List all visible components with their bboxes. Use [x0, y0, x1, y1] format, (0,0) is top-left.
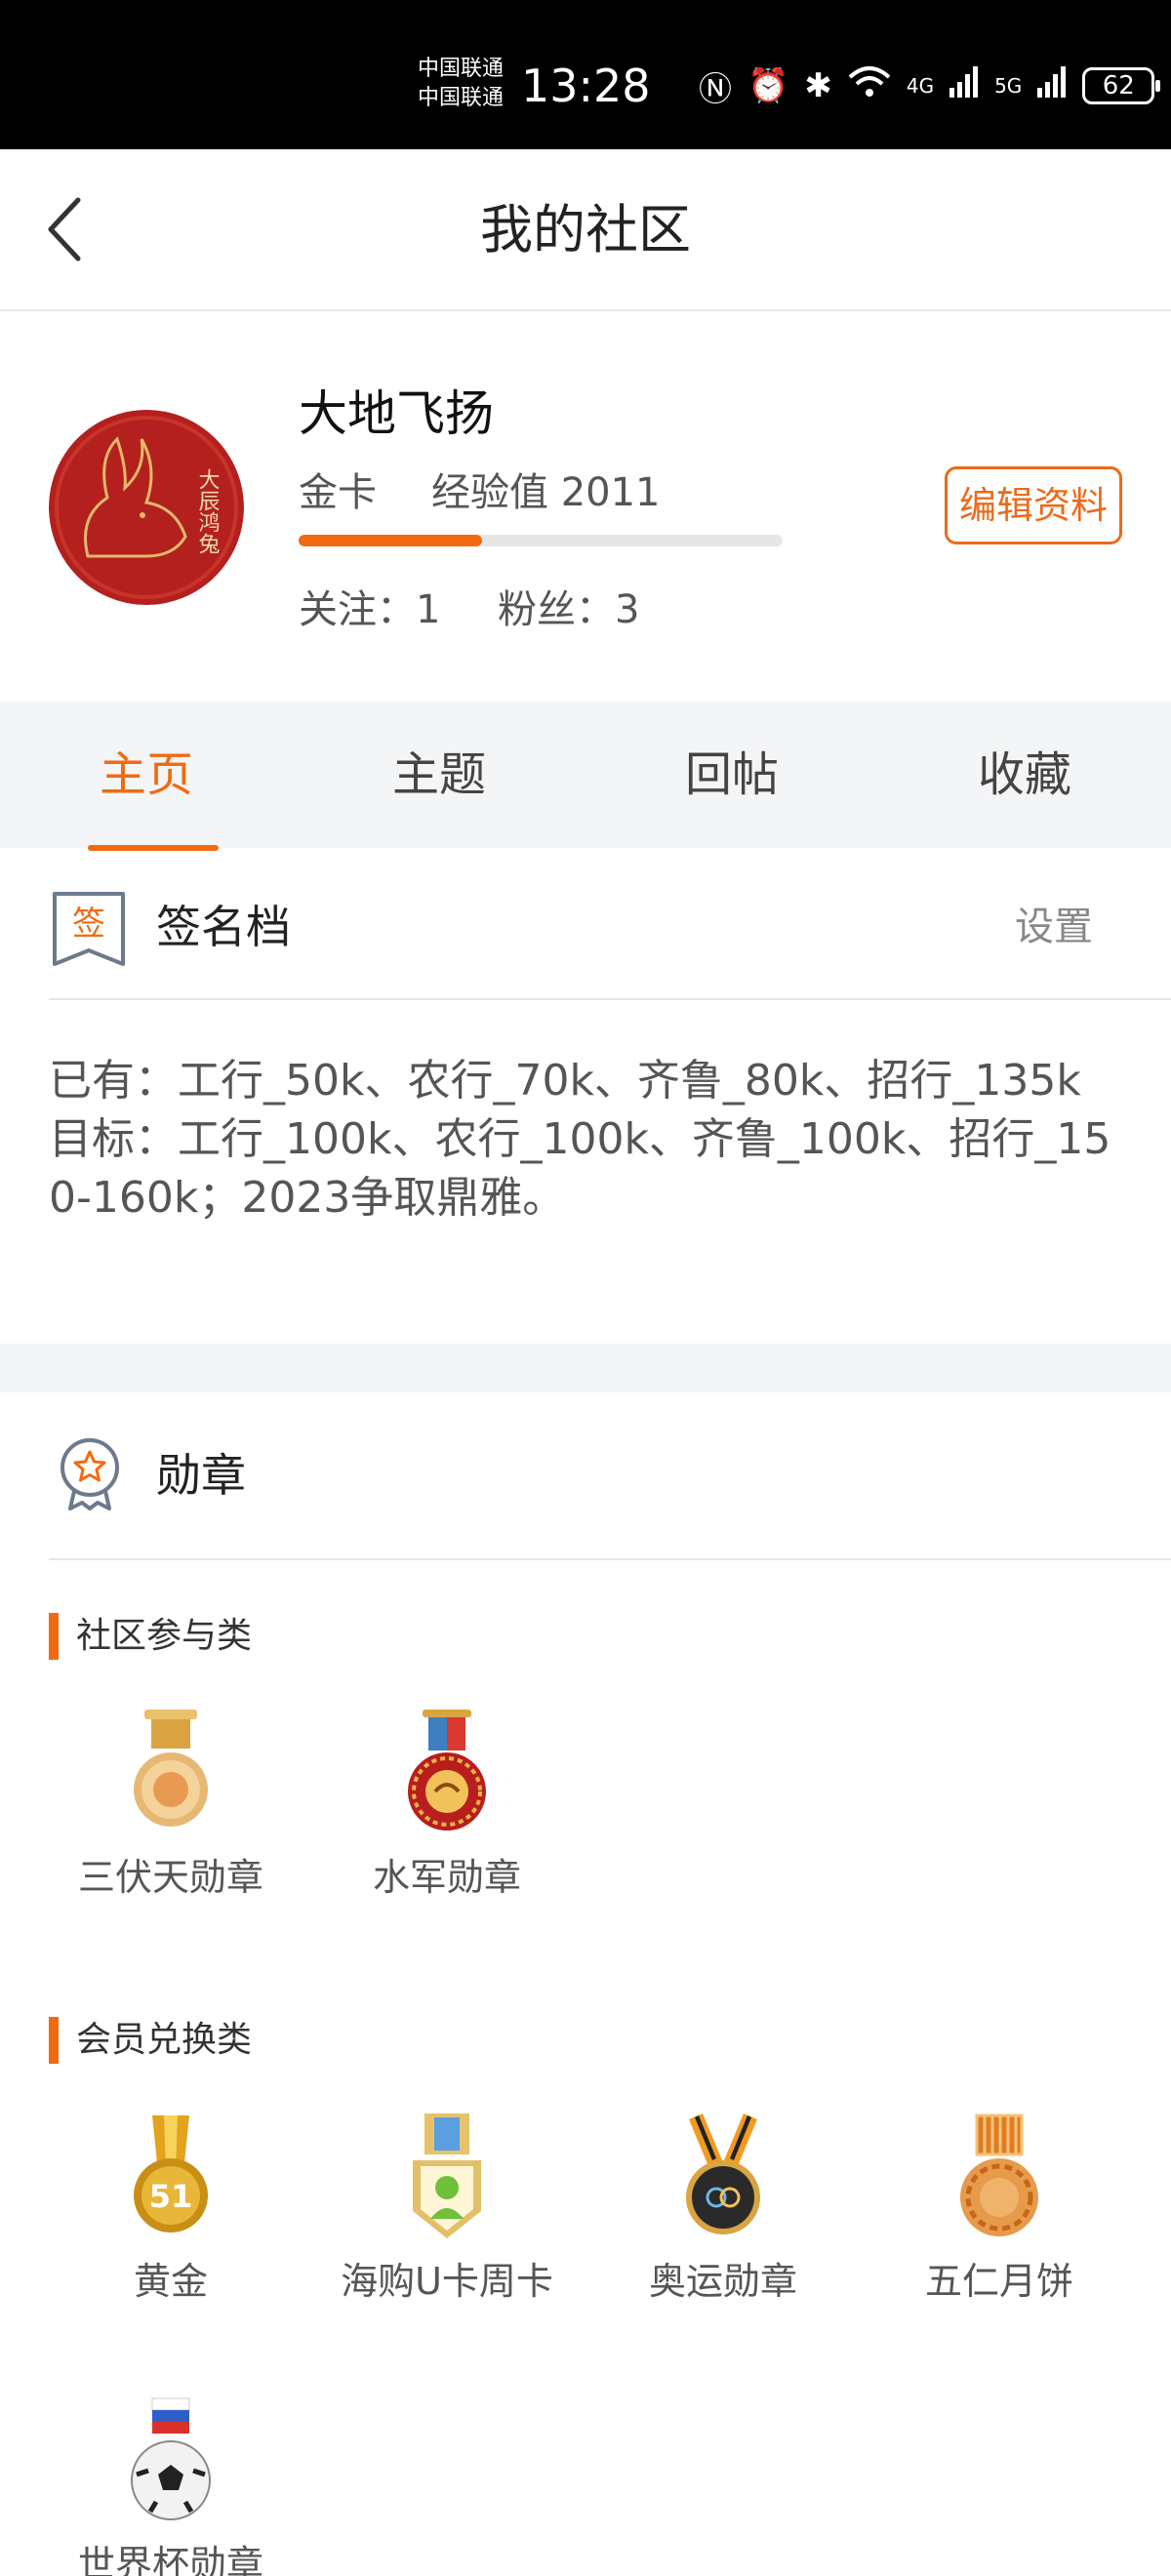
experience-progress-bar	[299, 535, 783, 546]
bluetooth-icon: ✱	[804, 66, 832, 105]
network-1-label: 4G	[906, 74, 935, 98]
olympic-medal-icon	[686, 2113, 760, 2234]
category-accent-bar	[49, 1613, 59, 1660]
section-separator	[0, 1344, 1171, 1392]
gold-medal-icon: 51	[134, 2115, 208, 2233]
signature-title: 签名档	[156, 901, 291, 953]
edit-profile-button[interactable]: 编辑资料	[945, 466, 1122, 544]
page-title: 我的社区	[480, 199, 691, 261]
svg-text:签: 签	[72, 905, 105, 944]
signature-icon: 签	[49, 890, 129, 972]
follow-count[interactable]: 关注：1	[299, 584, 440, 636]
battery-icon: 62	[1082, 67, 1161, 104]
back-button[interactable]	[41, 194, 100, 264]
carrier-labels: 中国联通 中国联通	[418, 55, 504, 113]
medal-label: 五仁月饼	[924, 2260, 1073, 2303]
medal-section-title: 勋章	[156, 1449, 246, 1502]
haigou-medal-icon	[413, 2113, 481, 2238]
chevron-left-icon	[48, 197, 81, 262]
app-header: 我的社区	[0, 149, 1171, 311]
signal-2-icon	[1037, 65, 1067, 106]
shuijun-medal-icon	[408, 1710, 486, 1831]
avatar-text-1: 大辰鸿兔	[195, 468, 221, 554]
carrier-1: 中国联通	[418, 57, 505, 81]
wifi-icon	[848, 65, 891, 107]
world-cup-medal-icon	[131, 2397, 211, 2520]
signature-settings-button[interactable]: 设置	[1015, 898, 1093, 956]
signature-divider	[49, 998, 1171, 1000]
network-2-label: 5G	[994, 74, 1023, 98]
status-bar: 中国联通 中国联通 13:28 Ⓝ ⏰ ✱ 4G 5G 62	[0, 0, 1171, 149]
nfc-icon: Ⓝ	[699, 69, 732, 109]
experience-progress-fill	[299, 535, 483, 546]
medal-wuren-mooncake[interactable]: 五仁月饼	[863, 2113, 1136, 2307]
medal-world-cup[interactable]: 世界杯勋章	[34, 2396, 307, 2576]
medal-label: 奥运勋章	[648, 2260, 797, 2303]
medal-divider	[49, 1558, 1171, 1560]
username: 大地飞扬	[299, 385, 494, 442]
active-tab-indicator	[88, 845, 219, 851]
medal-label: 三伏天勋章	[77, 1856, 263, 1899]
member-level: 金卡	[299, 470, 377, 515]
medal-section-icon	[55, 1436, 125, 1514]
experience-label: 经验值 2011	[431, 470, 661, 515]
medal-label: 水军勋章	[372, 1856, 521, 1899]
tab-home[interactable]: 主页	[0, 702, 293, 848]
medal-label: 世界杯勋章	[77, 2543, 263, 2576]
tab-topics[interactable]: 主题	[293, 702, 586, 848]
medal-shuijun[interactable]: 水军勋章	[310, 1710, 584, 1903]
status-time: 13:28	[521, 60, 651, 112]
sanfutian-medal-icon	[134, 1710, 208, 1827]
medal-category-member: 会员兑换类	[49, 2016, 252, 2065]
carrier-2: 中国联通	[418, 86, 505, 110]
category-accent-bar	[49, 2017, 59, 2064]
medal-label: 黄金	[133, 2260, 208, 2303]
medal-olympic[interactable]: 奥运勋章	[586, 2113, 860, 2307]
fans-count[interactable]: 粉丝：3	[498, 584, 639, 636]
medal-category-community: 社区参与类	[49, 1612, 252, 1661]
mooncake-medal-icon	[960, 2113, 1038, 2236]
signature-content: 已有：工行_50k、农行_70k、齐鲁_80k、招行_135k 目标：工行_10…	[49, 1056, 1111, 1223]
avatar[interactable]: 大辰鸿兔	[49, 410, 244, 605]
profile-tabs: 主页 主题 回帖 收藏	[0, 702, 1171, 848]
medal-sanfutian[interactable]: 三伏天勋章	[34, 1710, 307, 1903]
tab-replies[interactable]: 回帖	[586, 702, 878, 848]
status-icons: Ⓝ ⏰ ✱ 4G 5G 62	[699, 62, 1161, 109]
alarm-icon: ⏰	[747, 66, 789, 105]
tab-favorites[interactable]: 收藏	[878, 702, 1171, 848]
signal-1-icon	[949, 65, 979, 106]
category-label: 会员兑换类	[76, 2020, 253, 2060]
medal-gold[interactable]: 51 黄金	[34, 2113, 307, 2307]
medal-haigou-ucard[interactable]: 海购U卡周卡	[310, 2113, 584, 2307]
category-label: 社区参与类	[76, 1616, 253, 1656]
medal-label: 海购U卡周卡	[341, 2260, 553, 2303]
svg-text:51: 51	[149, 2178, 193, 2215]
